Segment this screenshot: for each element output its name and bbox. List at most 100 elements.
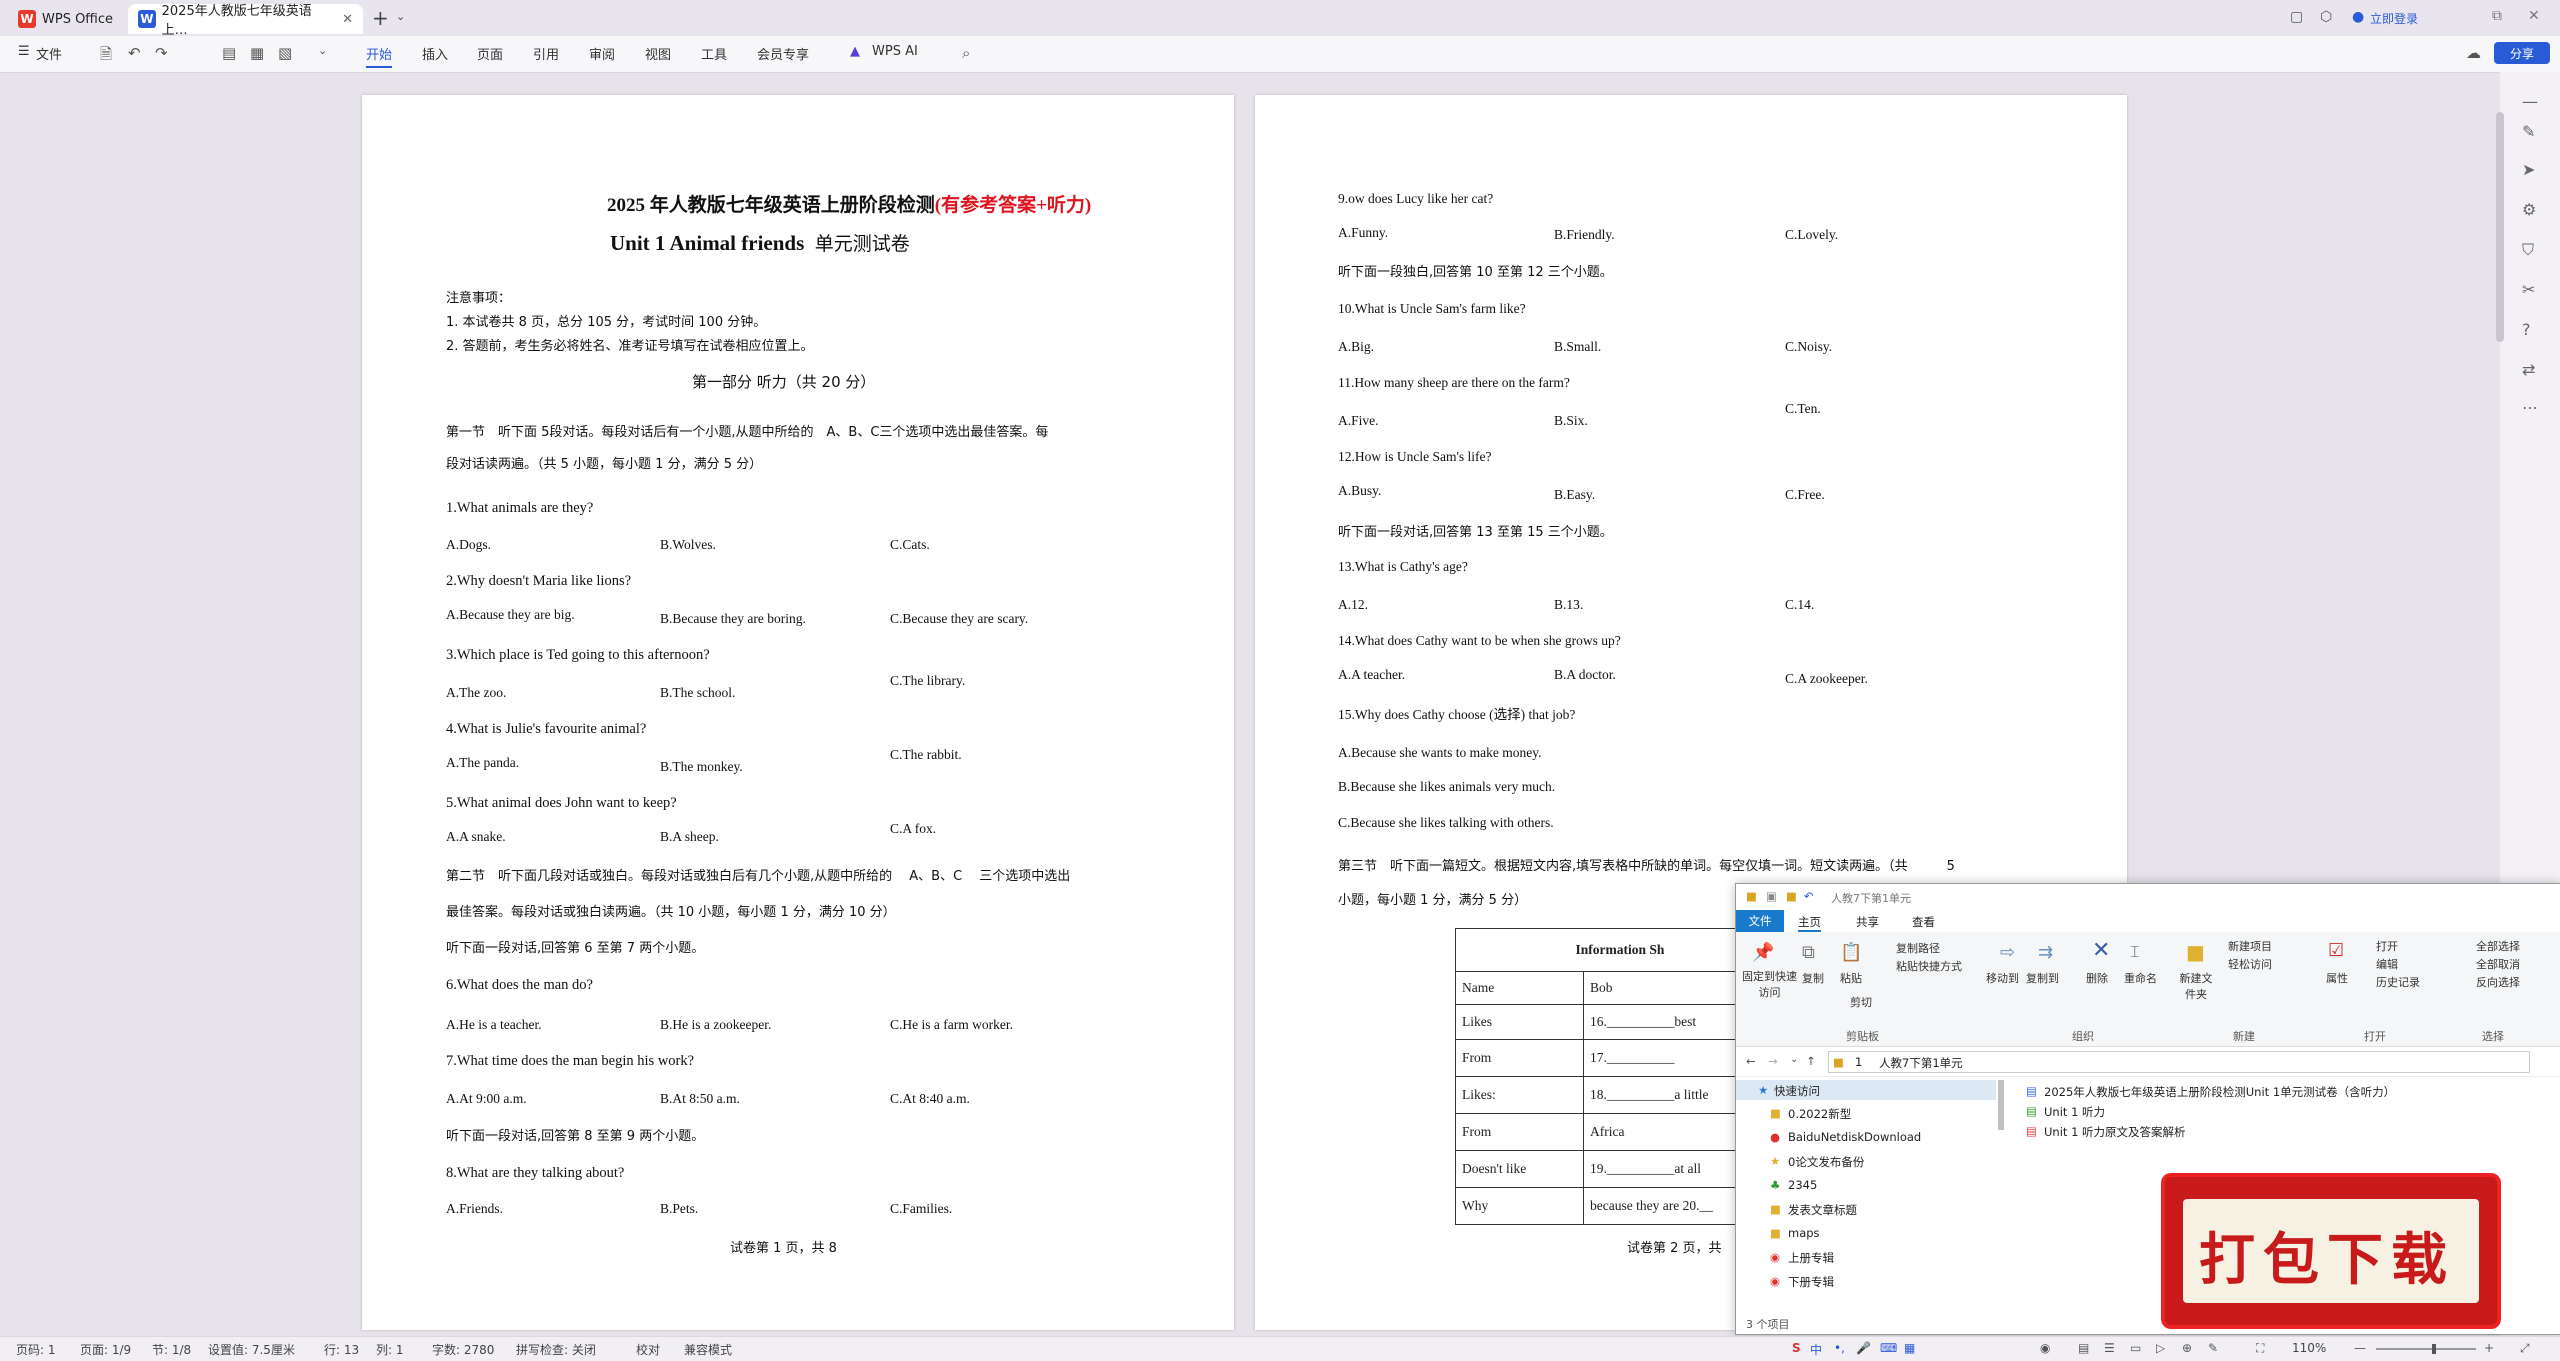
chevron-down-icon[interactable]: ⌄ [396, 10, 405, 23]
tab-wps-ai[interactable]: WPS AI [872, 44, 918, 59]
nav-item[interactable]: 0论文发布备份 [1788, 1154, 1864, 1170]
nav-item[interactable]: 2345 [1788, 1178, 1817, 1192]
minus-icon[interactable]: — [2522, 92, 2538, 111]
fullscreen-icon[interactable]: ⤢ [2520, 1341, 2530, 1356]
share-button[interactable]: 分享 [2494, 42, 2550, 64]
nav-item[interactable]: maps [1788, 1226, 1820, 1240]
paste-button[interactable]: 粘贴 [1840, 970, 1862, 986]
copy-icon[interactable]: ⧉ [1802, 942, 1815, 963]
keyboard-icon[interactable]: ⌨ [1880, 1341, 1897, 1355]
pin-button[interactable]: 固定到快速访问 [1742, 968, 1797, 1000]
address-bar[interactable]: ■ 1 人教7下第1单元 [1828, 1051, 2530, 1073]
copy-button[interactable]: 复制 [1802, 970, 1824, 986]
file-item[interactable]: Unit 1 听力 [2044, 1104, 2105, 1120]
properties-icon[interactable]: ☑ [2328, 940, 2344, 961]
undo-icon[interactable]: ↶ [1804, 889, 1814, 903]
ime-menu-icon[interactable]: ▦ [1904, 1341, 1915, 1355]
nav-item[interactable]: 发表文章标题 [1788, 1202, 1857, 1218]
tab-tools[interactable]: 工具 [701, 44, 727, 63]
select-none-button[interactable]: 全部取消 [2476, 956, 2520, 972]
paste-icon[interactable]: 📋 [1840, 942, 1862, 963]
status-page[interactable]: 页码: 1 [16, 1341, 56, 1358]
rename-button[interactable]: 重命名 [2124, 970, 2157, 986]
tab-home[interactable]: 开始 [366, 44, 393, 68]
easy-access-button[interactable]: 轻松访问 [2228, 956, 2272, 972]
breadcrumb[interactable]: 人教7下第1单元 [1879, 1055, 1963, 1071]
history-button[interactable]: 历史记录 [2376, 974, 2420, 990]
image-icon[interactable]: ▧ [278, 44, 292, 62]
print-icon[interactable]: ▤ [222, 44, 236, 62]
pen-icon[interactable]: ✎ [2522, 122, 2535, 141]
help-icon[interactable]: ? [2522, 320, 2531, 339]
delete-icon[interactable]: ✕ [2092, 938, 2110, 963]
tab-member[interactable]: 会员专享 [757, 44, 809, 63]
eye-icon[interactable]: ◉ [2040, 1341, 2050, 1355]
new-folder-icon[interactable]: ■ [2186, 940, 2205, 964]
tab-review[interactable]: 审阅 [589, 44, 615, 63]
delete-button[interactable]: 删除 [2086, 970, 2108, 986]
tab-view[interactable]: 视图 [645, 44, 671, 63]
tab-insert[interactable]: 插入 [422, 44, 448, 63]
properties-quick-icon[interactable]: ▣ [1766, 889, 1777, 903]
tab-wps-office[interactable]: W WPS Office [8, 4, 123, 34]
new-folder-button[interactable]: 新建文件夹 [2176, 970, 2216, 1002]
cut-button[interactable]: 剪切 [1850, 994, 1872, 1010]
status-spell-check[interactable]: 拼写检查: 关闭 [516, 1341, 596, 1358]
chevron-down-icon[interactable]: ⌄ [1790, 1054, 1798, 1065]
read-icon[interactable]: ▭ [2130, 1341, 2141, 1355]
zoom-slider[interactable] [2376, 1348, 2476, 1350]
login-link[interactable]: 立即登录 [2370, 10, 2418, 27]
ime-punct-icon[interactable]: •, [1834, 1341, 1845, 1355]
nav-item[interactable]: 上册专辑 [1788, 1250, 1834, 1266]
file-item[interactable]: Unit 1 听力原文及答案解析 [2044, 1124, 2186, 1140]
status-setting[interactable]: 设置值: 7.5厘米 [208, 1341, 295, 1358]
zoom-in-icon[interactable]: + [2484, 1341, 2494, 1355]
new-item-button[interactable]: 新建项目 [2228, 938, 2272, 954]
restore-icon[interactable]: ⧉ [2492, 8, 2502, 24]
new-folder-quick-icon[interactable]: ■ [1786, 889, 1797, 903]
tool-icon[interactable]: ✂ [2522, 280, 2535, 299]
move-icon[interactable]: ⇨ [2000, 942, 2015, 963]
nav-item[interactable]: BaiduNetdiskDownload [1788, 1130, 1921, 1144]
status-pages[interactable]: 页面: 1/9 [80, 1341, 131, 1358]
tab-view[interactable]: 查看 [1912, 914, 1935, 930]
status-section[interactable]: 节: 1/8 [152, 1341, 191, 1358]
status-word-count[interactable]: 字数: 2780 [432, 1341, 494, 1358]
undo-icon[interactable]: ↶ [128, 44, 141, 62]
scrollbar-thumb[interactable] [2496, 112, 2504, 342]
sogou-ime-icon[interactable]: S [1792, 1341, 1801, 1355]
move-to-button[interactable]: 移动到 [1986, 970, 2019, 986]
settings-icon[interactable]: ⚙ [2522, 200, 2536, 219]
nav-item[interactable]: 0.2022新型 [1788, 1106, 1851, 1122]
scrollbar-thumb[interactable] [1998, 1080, 2004, 1130]
close-icon[interactable]: ✕ [342, 12, 353, 27]
edit-button[interactable]: 编辑 [2376, 956, 2398, 972]
save-icon[interactable]: 🗎 [100, 44, 112, 69]
mic-icon[interactable]: 🎤 [1856, 1341, 1871, 1355]
ime-chinese-icon[interactable]: 中 [1810, 1341, 1822, 1358]
back-icon[interactable]: ← [1746, 1054, 1756, 1068]
window-icon[interactable]: ▢ [2290, 9, 2303, 25]
zoom-out-icon[interactable]: — [2354, 1341, 2366, 1355]
play-icon[interactable]: ▷ [2156, 1341, 2165, 1355]
breadcrumb[interactable]: 1 [1855, 1055, 1862, 1069]
search-icon[interactable]: ⌕ [962, 44, 970, 62]
more-icon[interactable]: ⋯ [2522, 398, 2538, 417]
properties-button[interactable]: 属性 [2326, 970, 2348, 986]
rename-icon[interactable]: ⌶ [2130, 942, 2140, 962]
nav-item[interactable]: 下册专辑 [1788, 1274, 1834, 1290]
page-view-icon[interactable]: ▤ [2078, 1341, 2089, 1355]
menu-icon[interactable]: ☰ [18, 44, 30, 59]
export-icon[interactable]: ▦ [250, 44, 264, 62]
nav-item-quick-access[interactable]: ★ 快速访问 [1736, 1080, 1996, 1100]
tab-share[interactable]: 共享 [1856, 914, 1879, 930]
cube-icon[interactable]: ⬡ [2320, 9, 2332, 25]
zoom-level[interactable]: 110% [2292, 1341, 2326, 1355]
shield-icon[interactable]: ⛉ [2522, 240, 2534, 260]
cloud-icon[interactable]: ☁ [2466, 44, 2481, 62]
pen-icon[interactable]: ✎ [2208, 1341, 2218, 1355]
copy-path-button[interactable]: 复制路径 [1896, 940, 1940, 956]
zoom-slider-thumb[interactable] [2432, 1344, 2436, 1354]
tab-home[interactable]: 主页 [1798, 914, 1821, 932]
up-icon[interactable]: ↑ [1806, 1054, 1816, 1068]
